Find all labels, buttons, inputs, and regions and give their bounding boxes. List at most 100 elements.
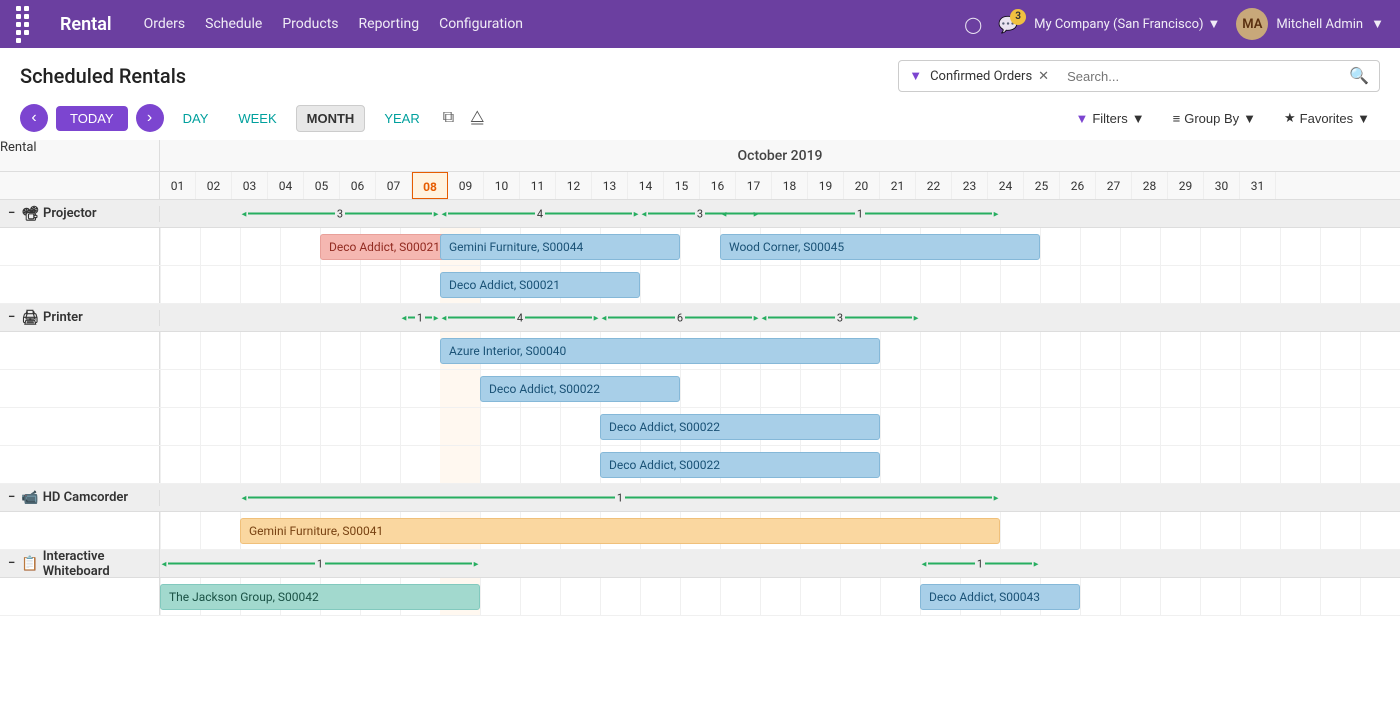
today-highlight [440, 408, 480, 445]
day-grid-line [1080, 228, 1081, 265]
day-grid-line [1240, 408, 1241, 445]
day-grid-line [1120, 228, 1121, 265]
clock-icon[interactable]: ◯ [964, 15, 982, 34]
day-header-29: 29 [1168, 172, 1204, 199]
day-grid-line [1120, 370, 1121, 407]
day-grid-line [1360, 370, 1361, 407]
day-grid-line [320, 446, 321, 483]
day-grid-line [1160, 578, 1161, 615]
day-header-22: 22 [916, 172, 952, 199]
day-header-11: 11 [520, 172, 556, 199]
count-segment: ◄1► [720, 207, 1000, 220]
expand-icon[interactable]: ⧉ [439, 105, 458, 131]
group-header-printer[interactable]: −🖨Printer◄1►◄4►◄6►◄3► [0, 304, 1400, 332]
day-grid-line [1240, 512, 1241, 549]
calendar-toolbar: ‹ TODAY › DAY WEEK MONTH YEAR ⧉ ⧋ ▼ Filt… [0, 100, 1400, 140]
day-grid-line [800, 266, 801, 303]
day-header-12: 12 [556, 172, 592, 199]
count-segment: ◄1► [240, 491, 1000, 504]
day-grid-line [160, 228, 161, 265]
day-grid-line [560, 578, 561, 615]
projector-icon: 📽 [21, 206, 39, 222]
gantt-chart: RentalOctober 20190102030405060708091011… [0, 140, 1400, 616]
nav-configuration[interactable]: Configuration [439, 16, 523, 32]
day-header-03: 03 [232, 172, 268, 199]
count-segment: ◄1► [160, 557, 480, 570]
page-title: Scheduled Rentals [20, 64, 886, 88]
gantt-bar[interactable]: Gemini Furniture, S00044 [440, 234, 680, 260]
favorites-button[interactable]: ★ Favorites ▼ [1274, 105, 1380, 131]
day-header-10: 10 [484, 172, 520, 199]
group-header-interactive-whiteboard[interactable]: −📋Interactive Whiteboard◄1►◄1► [0, 550, 1400, 578]
app-grid-icon[interactable] [16, 6, 36, 43]
filter-tag-close[interactable]: ✕ [1038, 69, 1049, 84]
today-button[interactable]: TODAY [56, 106, 128, 131]
day-grid-line [480, 446, 481, 483]
day-header-20: 20 [844, 172, 880, 199]
search-button[interactable]: 🔍 [1339, 61, 1379, 91]
day-grid-line [1320, 446, 1321, 483]
day-grid-line [280, 332, 281, 369]
day-grid-line [1000, 332, 1001, 369]
day-grid-line [280, 228, 281, 265]
view-month-button[interactable]: MONTH [296, 105, 366, 132]
day-grid-line [1200, 512, 1201, 549]
day-grid-line [880, 578, 881, 615]
view-day-button[interactable]: DAY [172, 105, 220, 132]
day-header-07: 07 [376, 172, 412, 199]
view-year-button[interactable]: YEAR [373, 105, 430, 132]
collapse-group-icon[interactable]: − [8, 556, 15, 571]
group-label: −📽Projector [0, 206, 160, 222]
day-header-01: 01 [160, 172, 196, 199]
view-week-button[interactable]: WEEK [227, 105, 287, 132]
day-grid-line [1080, 578, 1081, 615]
app-brand[interactable]: Rental [60, 14, 112, 35]
day-grid-line [1160, 512, 1161, 549]
count-segment: ◄6► [600, 311, 760, 324]
day-grid-line [1200, 578, 1201, 615]
collapse-group-icon[interactable]: − [8, 310, 15, 325]
gantt-bar[interactable]: Deco Addict, S00022 [480, 376, 680, 402]
group-by-button[interactable]: ≡ Group By ▼ [1163, 106, 1266, 131]
nav-products[interactable]: Products [282, 16, 338, 32]
day-grid-line [200, 266, 201, 303]
nav-schedule[interactable]: Schedule [205, 16, 262, 32]
day-grid-line [1160, 332, 1161, 369]
filter-funnel-icon: ▼ [909, 68, 922, 84]
resource-cell [0, 408, 160, 445]
gantt-bar[interactable]: Deco Addict, S00022 [600, 414, 880, 440]
nav-orders[interactable]: Orders [144, 16, 186, 32]
day-grid-line [200, 408, 201, 445]
camcorder-icon: 📹 [21, 490, 38, 506]
gantt-bar[interactable]: Azure Interior, S00040 [440, 338, 880, 364]
nav-reporting[interactable]: Reporting [359, 16, 420, 32]
group-header-hd-camcorder[interactable]: −📹HD Camcorder◄1► [0, 484, 1400, 512]
day-grid-line [400, 446, 401, 483]
filters-button[interactable]: ▼ Filters ▼ [1065, 106, 1154, 131]
collapse-group-icon[interactable]: − [8, 206, 15, 221]
day-header-23: 23 [952, 172, 988, 199]
day-grid-line [480, 578, 481, 615]
day-grid-line [760, 370, 761, 407]
gantt-bar[interactable]: Deco Addict, S00021 [440, 272, 640, 298]
gantt-bar[interactable]: Deco Addict, S00043 [920, 584, 1080, 610]
gantt-bar[interactable]: The Jackson Group, S00042 [160, 584, 480, 610]
gantt-bar[interactable]: Wood Corner, S00045 [720, 234, 1040, 260]
collapse-icon[interactable]: ⧋ [466, 105, 488, 131]
group-header-projector[interactable]: −📽Projector◄3►◄4►◄3►◄1► [0, 200, 1400, 228]
chat-icon[interactable]: 💬 3 [998, 15, 1018, 34]
next-button[interactable]: › [136, 104, 164, 132]
gantt-bar[interactable]: Gemini Furniture, S00041 [240, 518, 1000, 544]
day-grid-line [1040, 408, 1041, 445]
prev-button[interactable]: ‹ [20, 104, 48, 132]
gantt-bar[interactable]: Deco Addict, S00022 [600, 452, 880, 478]
search-input[interactable] [1059, 64, 1339, 89]
collapse-group-icon[interactable]: − [8, 490, 15, 505]
company-selector[interactable]: My Company (San Francisco) ▼ [1034, 16, 1220, 32]
day-grid-line [280, 370, 281, 407]
day-header-19: 19 [808, 172, 844, 199]
day-grid-line [680, 266, 681, 303]
user-menu[interactable]: MA Mitchell Admin ▼ [1236, 8, 1384, 40]
data-row: Gemini Furniture, S00041 [0, 512, 1400, 550]
day-grid-line [1120, 332, 1121, 369]
